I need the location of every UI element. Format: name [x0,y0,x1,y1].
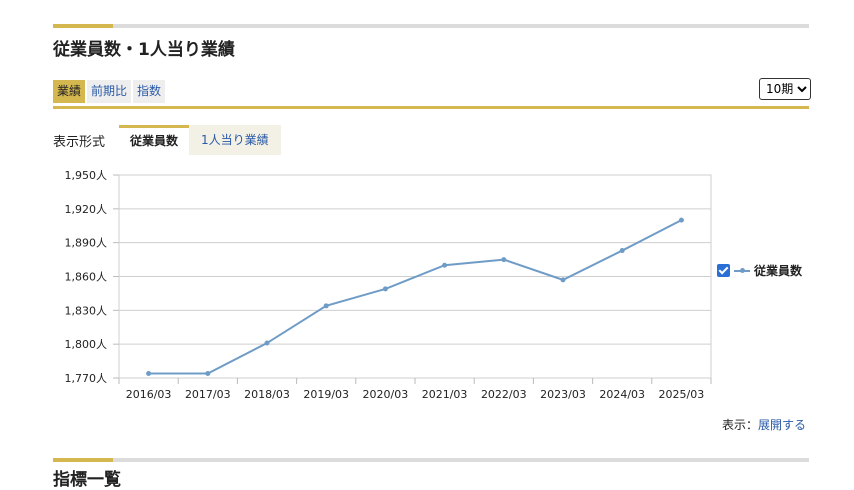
y-tick-label: 1,890人 [65,237,108,250]
section-top-border [53,24,809,28]
y-tick-label: 1,770人 [65,372,108,385]
next-section-accent [53,458,113,462]
x-tick-label: 2025/03 [659,388,705,401]
period-select[interactable]: 10期 [759,78,811,100]
section-title: 従業員数・1人当り業績 [53,40,235,60]
data-point [501,257,507,263]
legend-checkbox[interactable] [717,264,730,277]
tab-employee-count[interactable]: 従業員数 [119,125,190,155]
x-tick-label: 2021/03 [422,388,468,401]
next-section-top-border [53,458,809,462]
next-section-title: 指標一覧 [53,470,121,490]
data-point [205,370,211,376]
data-point [678,217,684,223]
data-point [264,340,270,346]
x-tick-label: 2024/03 [599,388,645,401]
display-format-label: 表示形式 [53,135,106,150]
tab-per-employee[interactable]: 1人当り業績 [189,125,281,155]
data-point [382,286,388,292]
y-tick-label: 1,830人 [65,304,108,317]
tab-index[interactable]: 指数 [133,80,166,103]
format-tabs: 従業員数 1人当り業績 [119,125,281,155]
display-toggle-row: 表示：展開する [722,416,806,433]
tab-yoy[interactable]: 前期比 [87,80,132,103]
data-point [323,303,329,309]
x-tick-label: 2019/03 [303,388,349,401]
y-tick-label: 1,920人 [65,203,108,216]
employee-count-chart: 1,770人 1,800人 1,830人 1,860人 1,890人 1,920人 1,95… [65,169,712,401]
y-tick-label: 1,800人 [65,338,108,351]
legend-series-label: 従業員数 [754,264,803,278]
expand-link[interactable]: 展開する [758,418,806,432]
section-top-accent [53,24,113,28]
x-tick-label: 2018/03 [244,388,290,401]
data-point [560,277,566,283]
display-prefix: 表示： [722,418,759,432]
data-point [442,262,448,268]
x-tick-label: 2022/03 [481,388,527,401]
view-tabs: 業績 前期比 指数 [53,80,166,103]
x-tick-label: 2023/03 [540,388,586,401]
x-tick-label: 2016/03 [126,388,172,401]
y-tick-label: 1,860人 [65,271,108,284]
x-tick-label: 2017/03 [185,388,231,401]
legend-line-swatch [734,267,750,273]
tabs-underline [53,106,809,109]
x-tick-label: 2020/03 [363,388,409,401]
chart-legend[interactable]: 従業員数 [717,262,802,279]
tab-results[interactable]: 業績 [53,80,86,103]
data-point [619,248,625,254]
y-tick-label: 1,950人 [65,169,108,182]
data-point [146,370,152,376]
